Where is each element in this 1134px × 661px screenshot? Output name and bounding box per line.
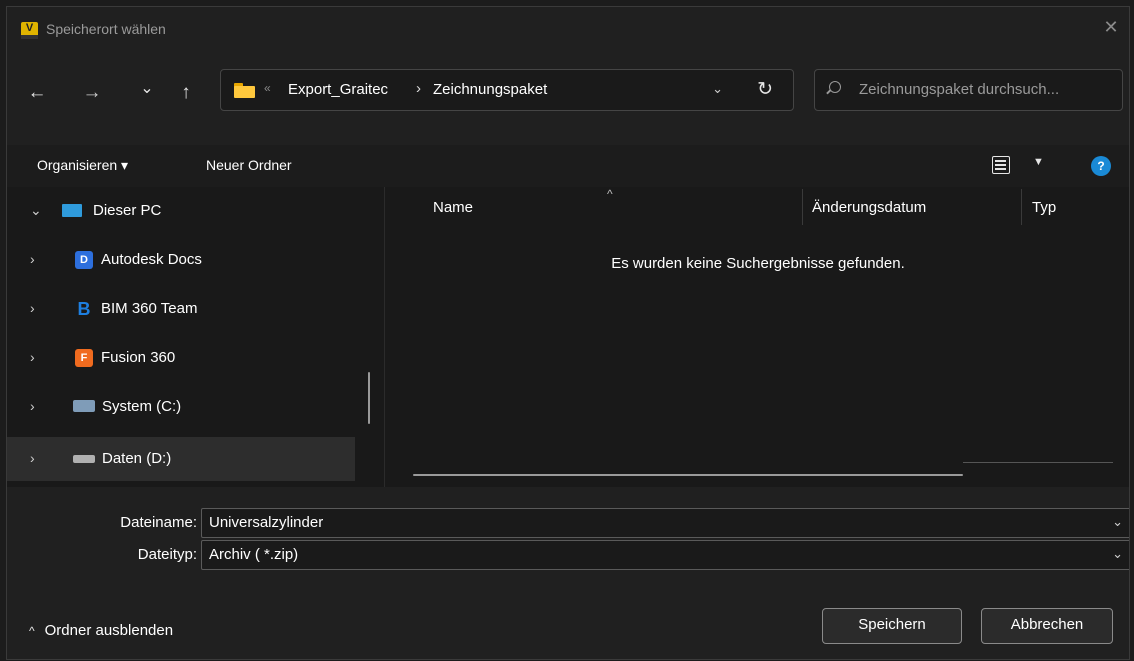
sidebar-item-label: Autodesk Docs <box>101 251 202 268</box>
new-folder-button[interactable]: Neuer Ordner <box>206 157 292 173</box>
sidebar-item-bim-360-team[interactable]: › B BIM 360 Team <box>7 287 355 331</box>
filetype-value: Archiv ( *.zip) <box>209 546 299 563</box>
navigation-bar: ← → ⌄ ↑ « Export_Graitec › Zeichnungspak… <box>7 53 1129 145</box>
chevron-up-icon: ^ <box>29 624 35 638</box>
column-separator[interactable] <box>1021 189 1022 225</box>
sidebar-item-autodesk-docs[interactable]: › D Autodesk Docs <box>7 238 355 282</box>
expand-chevron-icon[interactable]: › <box>30 251 35 267</box>
refresh-icon[interactable]: ↻ <box>757 78 773 101</box>
save-dialog: V Speicherort wählen ✕ ← → ⌄ ↑ « Export_… <box>6 6 1130 660</box>
back-arrow-icon[interactable]: ← <box>25 81 49 105</box>
recent-locations-icon[interactable]: ⌄ <box>135 77 159 101</box>
pc-icon <box>62 204 82 217</box>
file-list: ^ Name Änderungsdatum Typ Es wurden kein… <box>385 187 1129 487</box>
filename-label: Dateiname: <box>120 514 197 531</box>
address-dropdown-icon[interactable]: ⌄ <box>712 81 723 97</box>
chevron-down-icon[interactable]: ⌄ <box>1112 514 1123 530</box>
expand-chevron-icon[interactable]: › <box>30 300 35 316</box>
empty-state-message: Es wurden keine Suchergebnisse gefunden. <box>611 255 905 272</box>
organize-button[interactable]: Organisieren ▾ <box>37 157 128 174</box>
data-drive-icon <box>73 455 95 463</box>
filetype-label: Dateityp: <box>137 546 197 563</box>
sidebar-item-dieser-pc[interactable]: ⌄ Dieser PC <box>7 189 355 233</box>
sidebar-item-daten-d[interactable]: › Daten (D:) <box>7 437 355 481</box>
search-box[interactable]: Zeichnungspaket durchsuch... <box>814 69 1123 111</box>
navigation-pane: ⌄ Dieser PC › D Autodesk Docs › B BIM 36… <box>7 187 377 487</box>
breadcrumb-zeichnungspaket[interactable]: Zeichnungspaket <box>433 81 547 98</box>
horizontal-scrollbar[interactable] <box>413 474 963 476</box>
breadcrumb-separator[interactable]: › <box>416 80 421 97</box>
filetype-select[interactable]: Archiv ( *.zip) ⌄ <box>201 540 1129 570</box>
autodesk-docs-icon: D <box>75 251 93 269</box>
column-header-type[interactable]: Typ <box>1032 199 1056 216</box>
column-header-date[interactable]: Änderungsdatum <box>812 199 926 216</box>
forward-arrow-icon[interactable]: → <box>80 81 104 105</box>
hide-folders-label: Ordner ausblenden <box>44 622 174 639</box>
breadcrumb-export-graitec[interactable]: Export_Graitec <box>288 81 388 98</box>
view-options-icon[interactable] <box>992 156 1010 174</box>
sidebar-item-label: BIM 360 Team <box>101 300 198 317</box>
filename-value: Universalzylinder <box>209 514 324 531</box>
sidebar-item-label: Daten (D:) <box>102 450 172 467</box>
folder-icon <box>234 83 255 98</box>
command-bar: Organisieren ▾ Neuer Ordner ▼ ? <box>7 145 1129 187</box>
chevron-down-icon[interactable]: ⌄ <box>1112 546 1123 562</box>
sidebar-item-system-c[interactable]: › System (C:) <box>7 385 355 429</box>
sidebar-item-label: System (C:) <box>102 398 182 415</box>
title-bar: V Speicherort wählen ✕ <box>7 7 1129 53</box>
close-icon[interactable]: ✕ <box>1101 17 1121 37</box>
expand-chevron-icon[interactable]: › <box>30 349 35 365</box>
path-overflow-icon[interactable]: « <box>264 81 271 95</box>
hide-folders-button[interactable]: ^ Ordner ausblenden <box>29 622 173 639</box>
bim360-icon: B <box>77 299 91 319</box>
sidebar-item-fusion-360[interactable]: › F Fusion 360 <box>7 336 355 380</box>
up-arrow-icon[interactable]: ↑ <box>174 81 198 105</box>
save-button[interactable]: Speichern <box>822 608 962 644</box>
view-dropdown-icon[interactable]: ▼ <box>1033 156 1044 168</box>
expand-chevron-icon[interactable]: › <box>30 398 35 414</box>
sidebar-scrollbar[interactable] <box>368 372 370 424</box>
save-options-panel: Dateiname: Universalzylinder ⌄ Dateityp:… <box>7 487 1129 659</box>
search-placeholder: Zeichnungspaket durchsuch... <box>859 81 1060 98</box>
system-drive-icon <box>73 400 95 412</box>
column-header-name[interactable]: Name <box>433 199 473 216</box>
column-separator[interactable] <box>802 189 803 225</box>
app-icon: V <box>21 22 38 39</box>
cancel-button[interactable]: Abbrechen <box>981 608 1113 644</box>
filename-field[interactable]: Universalzylinder ⌄ <box>201 508 1129 538</box>
help-icon[interactable]: ? <box>1091 156 1111 176</box>
window-title: Speicherort wählen <box>46 21 166 37</box>
search-icon <box>829 81 841 93</box>
fusion360-icon: F <box>75 349 93 367</box>
expand-chevron-icon[interactable]: › <box>30 450 35 466</box>
sort-ascending-icon: ^ <box>607 187 613 201</box>
sidebar-item-label: Dieser PC <box>93 202 162 219</box>
address-bar[interactable]: « Export_Graitec › Zeichnungspaket ⌄ ↻ <box>220 69 794 111</box>
horizontal-scroll-track <box>963 462 1113 463</box>
expand-chevron-icon[interactable]: ⌄ <box>30 202 42 219</box>
sidebar-item-label: Fusion 360 <box>101 349 176 366</box>
